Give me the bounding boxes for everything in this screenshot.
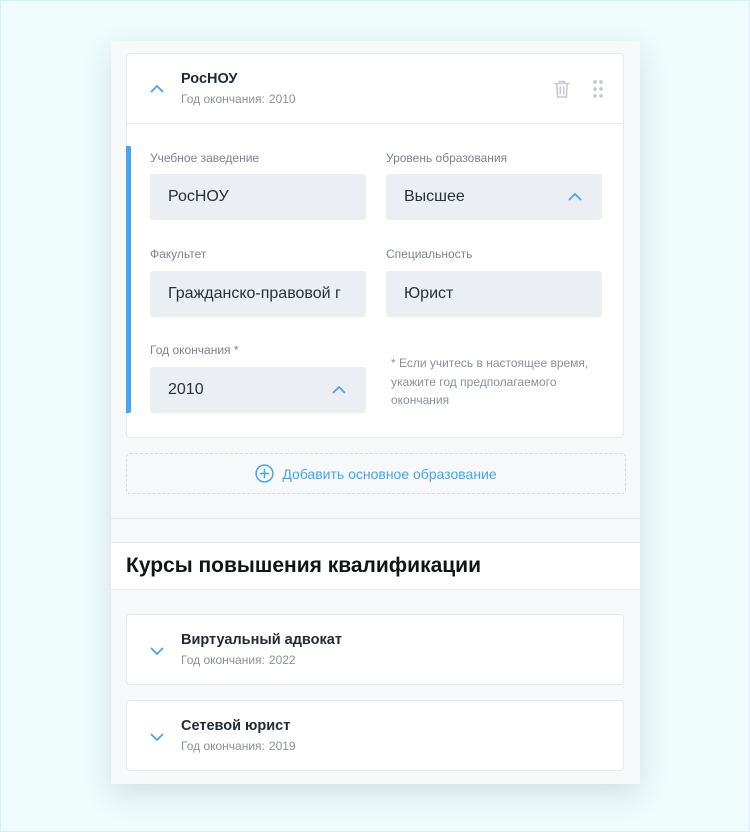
level-value: Высшее bbox=[404, 188, 465, 205]
level-select[interactable]: Высшее bbox=[386, 174, 602, 220]
graduation-year-select[interactable]: 2010 bbox=[150, 367, 366, 413]
year-label: Год окончания: bbox=[181, 92, 265, 106]
course-card[interactable]: Сетевой юрист Год окончания: 2019 bbox=[126, 700, 624, 771]
institution-input[interactable]: РосНОУ bbox=[150, 174, 366, 220]
faculty-input[interactable]: Гражданско-правовой г bbox=[150, 271, 366, 317]
education-card: РосНОУ Год окончания: 2010 Учебное завед… bbox=[126, 53, 624, 438]
course-subtitle: Год окончания: 2019 bbox=[181, 739, 296, 753]
course-subtitle: Год окончания: 2022 bbox=[181, 653, 296, 667]
education-title: РосНОУ bbox=[181, 71, 238, 87]
level-label: Уровень образования bbox=[386, 151, 508, 165]
course-title: Сетевой юрист bbox=[181, 718, 291, 734]
specialty-label: Специальность bbox=[386, 247, 473, 261]
chevron-up-icon bbox=[568, 190, 582, 204]
add-education-button[interactable]: Добавить основное образование bbox=[126, 453, 626, 494]
courses-section-header: Курсы повышения квалификации bbox=[111, 542, 640, 590]
chevron-up-icon[interactable] bbox=[149, 81, 165, 97]
drag-handle-icon[interactable] bbox=[593, 80, 603, 98]
year-label: Год окончания: bbox=[181, 653, 265, 667]
courses-title: Курсы повышения квалификации bbox=[126, 554, 481, 577]
course-card[interactable]: Виртуальный адвокат Год окончания: 2022 bbox=[126, 614, 624, 685]
year-value: 2010 bbox=[268, 92, 296, 106]
chevron-up-icon bbox=[332, 383, 346, 397]
specialty-value: Юрист bbox=[404, 285, 454, 302]
chevron-down-icon[interactable] bbox=[149, 729, 165, 745]
year-value: 2019 bbox=[268, 739, 296, 753]
section-divider bbox=[111, 518, 640, 519]
active-indicator bbox=[126, 146, 131, 413]
add-education-label: Добавить основное образование bbox=[282, 465, 497, 482]
institution-label: Учебное заведение bbox=[150, 151, 260, 165]
chevron-down-icon[interactable] bbox=[149, 643, 165, 659]
card-divider bbox=[127, 123, 623, 124]
education-panel: РосНОУ Год окончания: 2010 Учебное завед… bbox=[111, 41, 640, 784]
year-label: Год окончания: bbox=[181, 739, 265, 753]
graduation-year-value: 2010 bbox=[168, 381, 204, 398]
institution-value: РосНОУ bbox=[168, 188, 229, 205]
specialty-input[interactable]: Юрист bbox=[386, 271, 602, 317]
graduation-year-label: Год окончания * bbox=[150, 343, 239, 357]
year-value: 2022 bbox=[268, 653, 296, 667]
course-card-header[interactable]: Виртуальный адвокат Год окончания: 2022 bbox=[127, 615, 623, 684]
trash-icon[interactable] bbox=[553, 79, 571, 99]
course-card-header[interactable]: Сетевой юрист Год окончания: 2019 bbox=[127, 701, 623, 770]
education-card-header[interactable]: РосНОУ Год окончания: 2010 bbox=[127, 54, 623, 123]
course-title: Виртуальный адвокат bbox=[181, 632, 342, 648]
graduation-hint: * Если учитесь в настоящее время, укажит… bbox=[391, 356, 589, 407]
faculty-label: Факультет bbox=[150, 247, 207, 261]
education-subtitle: Год окончания: 2010 bbox=[181, 92, 296, 106]
plus-circle-icon bbox=[255, 464, 274, 483]
faculty-value: Гражданско-правовой г bbox=[168, 285, 341, 302]
